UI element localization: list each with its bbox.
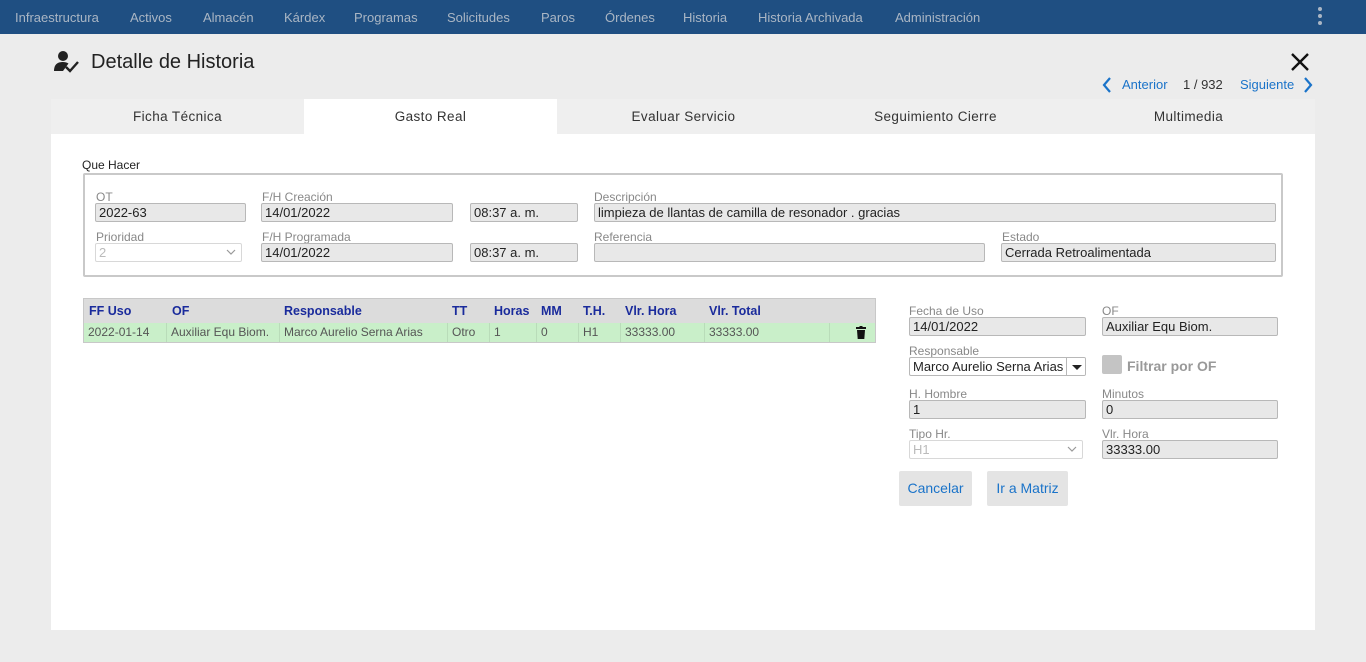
table-row[interactable]: 2022-01-14 Auxiliar Equ Biom. Marco Aure…	[84, 323, 875, 342]
tab-multimedia[interactable]: Multimedia	[1062, 99, 1315, 134]
tipo-hr-label: Tipo Hr.	[909, 427, 951, 441]
nav-historia[interactable]: Historia	[683, 0, 727, 34]
col-vlr-total[interactable]: Vlr. Total	[709, 304, 761, 318]
top-navigation: Infraestructura Activos Almacén Kárdex P…	[0, 0, 1366, 34]
nav-paros[interactable]: Paros	[541, 0, 575, 34]
of-label: OF	[1102, 304, 1119, 318]
gasto-table: FF Uso OF Responsable TT Horas MM T.H. V…	[83, 298, 876, 343]
minutos-field[interactable]: 0	[1102, 400, 1278, 419]
col-ff-uso[interactable]: FF Uso	[89, 304, 131, 318]
col-responsable[interactable]: Responsable	[284, 304, 362, 318]
responsable-label: Responsable	[909, 344, 980, 358]
page-title: Detalle de Historia	[91, 51, 255, 73]
cell-responsable: Marco Aurelio Serna Arias	[280, 323, 448, 342]
tab-gasto-real[interactable]: Gasto Real	[304, 99, 557, 134]
filtrar-por-of-label: Filtrar por OF	[1127, 358, 1217, 374]
close-icon[interactable]	[1288, 50, 1312, 74]
fh-creacion-label: F/H Creación	[262, 190, 333, 204]
filtrar-por-of-checkbox[interactable]	[1102, 355, 1122, 374]
col-vlr-hora[interactable]: Vlr. Hora	[625, 304, 676, 318]
nav-activos[interactable]: Activos	[130, 0, 172, 34]
col-mm[interactable]: MM	[541, 304, 562, 318]
minutos-label: Minutos	[1102, 387, 1145, 401]
nav-infraestructura[interactable]: Infraestructura	[15, 0, 99, 34]
responsable-select[interactable]: Marco Aurelio Serna Arias	[909, 357, 1086, 376]
nav-ordenes[interactable]: Órdenes	[605, 0, 655, 34]
cell-horas: 1	[490, 323, 537, 342]
tab-ficha-tecnica[interactable]: Ficha Técnica	[51, 99, 304, 134]
prioridad-value: 2	[99, 245, 107, 260]
tipo-hr-value: H1	[913, 442, 930, 457]
chevron-right-icon[interactable]	[1302, 77, 1314, 93]
estado-field[interactable]: Cerrada Retroalimentada	[1001, 243, 1276, 262]
cell-tt: Otro	[448, 323, 490, 342]
cell-of: Auxiliar Equ Biom.	[167, 323, 280, 342]
que-hacer-title: Que Hacer	[82, 158, 141, 172]
user-check-icon	[54, 50, 80, 74]
nav-historia-archivada[interactable]: Historia Archivada	[758, 0, 863, 34]
fecha-uso-field[interactable]: 14/01/2022	[909, 317, 1086, 336]
cell-vlr-hora: 33333.00	[621, 323, 705, 342]
referencia-label: Referencia	[594, 230, 653, 244]
prioridad-select[interactable]: 2	[95, 243, 242, 262]
descripcion-label: Descripción	[594, 190, 657, 204]
vlr-hora-label: Vlr. Hora	[1102, 427, 1149, 441]
referencia-field[interactable]	[594, 243, 985, 262]
col-of[interactable]: OF	[172, 304, 189, 318]
fh-creacion-date-field[interactable]: 14/01/2022	[261, 203, 453, 222]
h-hombre-label: H. Hombre	[909, 387, 968, 401]
nav-administracion[interactable]: Administración	[895, 0, 980, 34]
chevron-left-icon[interactable]	[1101, 77, 1113, 93]
col-tt[interactable]: TT	[452, 304, 467, 318]
responsable-value: Marco Aurelio Serna Arias	[913, 359, 1064, 374]
tab-seguimiento-cierre[interactable]: Seguimiento Cierre	[809, 99, 1062, 134]
detail-card: Ficha Técnica Gasto Real Evaluar Servici…	[51, 99, 1315, 630]
fh-creacion-time-field[interactable]: 08:37 a. m.	[470, 203, 578, 222]
more-vert-icon[interactable]	[1314, 7, 1326, 25]
trash-icon[interactable]	[856, 326, 866, 339]
cell-ff-uso: 2022-01-14	[84, 323, 167, 342]
nav-kardex[interactable]: Kárdex	[284, 0, 325, 34]
table-header: FF Uso OF Responsable TT Horas MM T.H. V…	[84, 299, 875, 323]
next-link[interactable]: Siguiente	[1240, 77, 1294, 93]
fh-programada-label: F/H Programada	[262, 230, 351, 244]
tab-bar: Ficha Técnica Gasto Real Evaluar Servici…	[51, 99, 1315, 134]
nav-solicitudes[interactable]: Solicitudes	[447, 0, 510, 34]
cell-vlr-total: 33333.00	[705, 323, 830, 342]
col-th[interactable]: T.H.	[583, 304, 605, 318]
previous-link[interactable]: Anterior	[1122, 77, 1168, 93]
nav-programas[interactable]: Programas	[354, 0, 418, 34]
cell-mm: 0	[537, 323, 579, 342]
col-horas[interactable]: Horas	[494, 304, 529, 318]
tab-evaluar-servicio[interactable]: Evaluar Servicio	[557, 99, 810, 134]
cancel-button[interactable]: Cancelar	[899, 471, 972, 506]
go-to-matrix-button[interactable]: Ir a Matriz	[987, 471, 1068, 506]
fh-programada-time-field[interactable]: 08:37 a. m.	[470, 243, 578, 262]
chevron-down-icon	[226, 249, 236, 255]
ot-label: OT	[96, 190, 113, 204]
dropdown-arrow-icon[interactable]	[1066, 358, 1085, 375]
page-counter: 1 / 932	[1183, 77, 1223, 92]
fh-programada-date-field[interactable]: 14/01/2022	[261, 243, 453, 262]
chevron-down-icon	[1067, 446, 1077, 452]
of-field[interactable]: Auxiliar Equ Biom.	[1102, 317, 1278, 336]
estado-label: Estado	[1002, 230, 1040, 244]
nav-almacen[interactable]: Almacén	[203, 0, 254, 34]
tipo-hr-select[interactable]: H1	[909, 440, 1083, 459]
prioridad-label: Prioridad	[96, 230, 145, 244]
ot-field[interactable]: 2022-63	[95, 203, 246, 222]
h-hombre-field[interactable]: 1	[909, 400, 1086, 419]
descripcion-field[interactable]: limpieza de llantas de camilla de resona…	[594, 203, 1276, 222]
cell-th: H1	[579, 323, 621, 342]
fecha-uso-label: Fecha de Uso	[909, 304, 984, 318]
vlr-hora-field[interactable]: 33333.00	[1102, 440, 1278, 459]
